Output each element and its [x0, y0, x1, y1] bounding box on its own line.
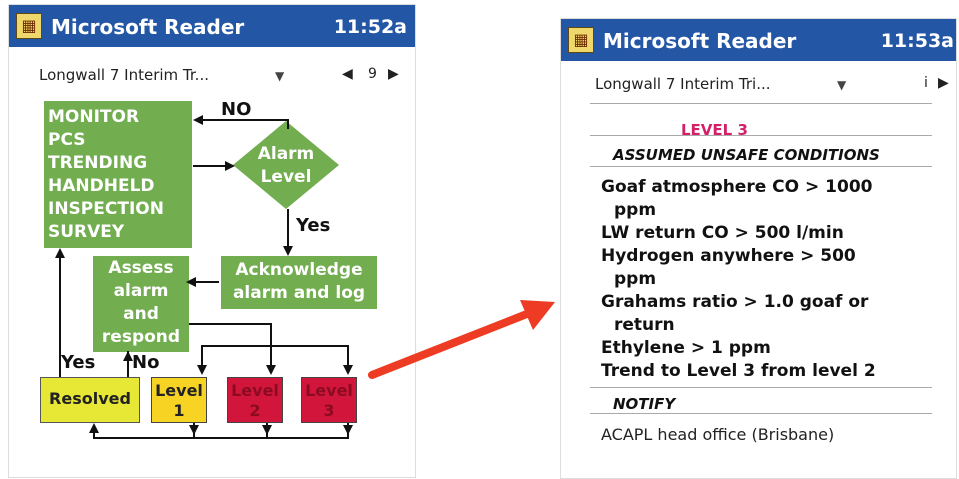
- page-number-left: 9: [368, 66, 377, 82]
- no-label-bottom: No: [132, 352, 160, 373]
- divider: [590, 166, 932, 167]
- condition-line: Trend to Level 3 from level 2: [601, 361, 876, 381]
- connector-line: [192, 281, 219, 283]
- level-1-line: Level: [155, 381, 203, 400]
- next-page-icon[interactable]: ▶: [938, 75, 949, 91]
- app-title-left: Microsoft Reader: [51, 15, 245, 39]
- conditions-heading: ASSUMED UNSAFE CONDITIONS: [613, 146, 880, 164]
- title-bar-left: ▦ Microsoft Reader 11:52a: [9, 5, 415, 47]
- level-2-line: Level: [231, 381, 279, 400]
- assess-line: respond: [101, 327, 181, 347]
- condition-line: Hydrogen anywhere > 500: [601, 246, 856, 266]
- divider: [590, 413, 932, 414]
- reader-screen-left: ▦ Microsoft Reader 11:52a Longwall 7 Int…: [8, 4, 416, 478]
- connector-arrow-icon: [368, 300, 555, 379]
- connector-arrow-icon: [225, 161, 235, 171]
- connector-arrow-icon: [186, 277, 196, 287]
- time-left: 11:52a: [333, 16, 407, 38]
- condition-line: Ethylene > 1 ppm: [601, 338, 771, 358]
- diamond-line: Level: [260, 167, 312, 187]
- divider: [590, 387, 932, 388]
- connector-arrow-icon: [197, 365, 207, 375]
- reader-app-icon[interactable]: ▦: [16, 13, 42, 39]
- level-3-line: 3: [323, 401, 335, 420]
- dropdown-triangle-icon[interactable]: ▼: [275, 69, 284, 83]
- notify-heading: NOTIFY: [613, 395, 676, 413]
- assess-line: Assess: [108, 258, 174, 278]
- next-page-icon[interactable]: ▶: [388, 66, 399, 82]
- divider: [590, 103, 932, 104]
- condition-line: ppm: [614, 269, 657, 289]
- connector-arrow-icon: [189, 425, 199, 435]
- connector-arrow-icon: [343, 365, 353, 375]
- condition-line: Goaf atmosphere CO > 1000: [601, 177, 873, 197]
- connector-arrow-icon: [262, 425, 272, 435]
- connector-line: [201, 345, 348, 347]
- connector-arrow-icon: [266, 365, 276, 375]
- acknowledge-line: Acknowledge: [235, 260, 363, 280]
- assess-box: Assess alarm and respond: [93, 256, 189, 352]
- connector-line: [287, 119, 289, 129]
- connector-arrow-icon: [343, 425, 353, 435]
- notify-text: ACAPL head office (Brisbane): [601, 425, 835, 444]
- dropdown-triangle-icon[interactable]: ▼: [837, 78, 846, 92]
- app-title-right: Microsoft Reader: [603, 29, 797, 53]
- alarm-level-diamond: Alarm Level: [233, 121, 339, 209]
- reader-app-icon[interactable]: ▦: [568, 27, 594, 53]
- yes-label-mid: Yes: [296, 215, 331, 236]
- connector-arrow-icon: [123, 351, 133, 361]
- monitor-line: INSPECTION: [48, 199, 164, 219]
- level-1-line: 1: [173, 401, 185, 420]
- conditions-list: Goaf atmosphere CO > 1000 ppm LW return …: [601, 176, 876, 383]
- resolved-box: Resolved: [40, 377, 140, 423]
- divider: [590, 135, 932, 136]
- diamond-line: Alarm: [257, 144, 315, 164]
- monitor-line: HANDHELD: [48, 176, 155, 196]
- previous-page-icon[interactable]: ◀: [342, 66, 353, 82]
- yes-label-bottom: Yes: [61, 352, 96, 373]
- assess-line: and: [123, 304, 159, 324]
- connector-arrow-icon: [193, 115, 203, 125]
- level-heading: LEVEL 3: [681, 121, 748, 139]
- monitor-line: SURVEY: [48, 222, 125, 242]
- monitor-line: MONITOR: [48, 107, 140, 127]
- page-number-right: i: [924, 75, 928, 91]
- connector-arrow-icon: [89, 423, 99, 433]
- condition-line: ppm: [614, 200, 657, 220]
- connector-line: [93, 437, 349, 439]
- acknowledge-box: Acknowledge alarm and log: [221, 256, 377, 309]
- condition-line: Grahams ratio > 1.0 goaf or: [601, 292, 869, 312]
- assess-line: alarm: [113, 281, 169, 301]
- title-bar-right: ▦ Microsoft Reader 11:53a: [561, 19, 956, 61]
- time-right: 11:53a: [880, 30, 954, 52]
- monitor-line: TRENDING: [48, 153, 148, 173]
- book-title-left[interactable]: Longwall 7 Interim Tr...: [39, 66, 209, 84]
- connector-line: [347, 345, 349, 367]
- no-label-top: NO: [221, 99, 252, 120]
- connector-line: [202, 119, 288, 121]
- connector-arrow-icon: [55, 248, 65, 258]
- level-1-box: Level 1: [151, 377, 207, 423]
- connector-line: [201, 345, 203, 367]
- condition-line: LW return CO > 500 l/min: [601, 223, 844, 243]
- connector-line: [193, 165, 227, 167]
- connector-arrow-icon: [283, 246, 293, 256]
- reader-screen-right: ▦ Microsoft Reader 11:53a Longwall 7 Int…: [560, 18, 957, 479]
- connector-line: [189, 323, 271, 325]
- level-3-line: Level: [305, 381, 353, 400]
- monitor-line: PCS: [48, 130, 86, 150]
- level-2-line: 2: [249, 401, 261, 420]
- level-2-box: Level 2: [227, 377, 283, 423]
- book-title-right[interactable]: Longwall 7 Interim Tri...: [595, 75, 771, 93]
- monitor-box: MONITOR PCS TRENDING HANDHELD INSPECTION…: [44, 101, 192, 248]
- connector-line: [287, 209, 289, 248]
- acknowledge-line: alarm and log: [232, 283, 366, 303]
- level-3-box: Level 3: [301, 377, 357, 423]
- condition-line: return: [614, 315, 675, 335]
- connector-line: [59, 258, 61, 377]
